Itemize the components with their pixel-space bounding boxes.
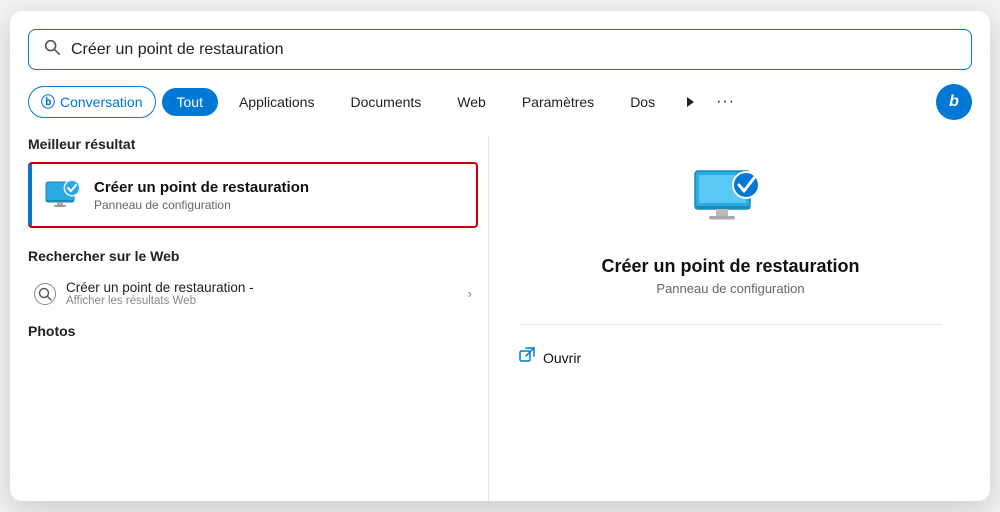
divider xyxy=(519,324,942,325)
result-monitor-icon xyxy=(44,176,82,214)
result-text: Créer un point de restauration Panneau d… xyxy=(94,179,309,212)
tab-dos-label: Dos xyxy=(630,94,655,110)
search-input[interactable] xyxy=(71,41,957,59)
tab-next-button[interactable] xyxy=(676,88,704,116)
tab-documents[interactable]: Documents xyxy=(335,88,436,116)
tab-conversation-label: Conversation xyxy=(60,94,143,110)
open-button[interactable]: Ouvrir xyxy=(519,343,581,372)
web-search-title: Rechercher sur le Web xyxy=(28,248,478,264)
result-title: Créer un point de restauration xyxy=(94,179,309,196)
photos-title: Photos xyxy=(28,323,478,339)
right-panel-subtitle: Panneau de configuration xyxy=(656,281,804,296)
web-search-chevron-icon: › xyxy=(468,286,472,301)
search-bar xyxy=(28,29,972,70)
tab-parametres-label: Paramètres xyxy=(522,94,594,110)
tab-conversation[interactable]: ⓑ Conversation xyxy=(28,86,156,118)
open-label: Ouvrir xyxy=(543,350,581,366)
best-result-title: Meilleur résultat xyxy=(28,136,478,152)
search-icon xyxy=(43,38,61,61)
tab-applications[interactable]: Applications xyxy=(224,88,330,116)
search-panel: ⓑ Conversation Tout Applications Documen… xyxy=(10,11,990,501)
web-search-icon xyxy=(34,283,56,305)
web-search-section: Rechercher sur le Web Créer un point de … xyxy=(28,248,478,315)
bing-small-icon: ⓑ xyxy=(41,92,55,112)
web-search-text: Créer un point de restauration - Affiche… xyxy=(66,280,458,307)
main-content: Meilleur résultat xyxy=(28,136,972,501)
bing-button[interactable]: b xyxy=(936,84,972,120)
tab-applications-label: Applications xyxy=(239,94,315,110)
tab-tout[interactable]: Tout xyxy=(162,88,218,116)
filter-tabs: ⓑ Conversation Tout Applications Documen… xyxy=(28,84,972,120)
tab-documents-label: Documents xyxy=(350,94,421,110)
right-panel-icon xyxy=(691,160,771,240)
left-panel: Meilleur résultat xyxy=(28,136,488,501)
web-search-line1: Créer un point de restauration - xyxy=(66,280,458,295)
photos-section: Photos xyxy=(28,323,478,339)
tab-web-label: Web xyxy=(457,94,486,110)
tab-parametres[interactable]: Paramètres xyxy=(507,88,609,116)
tab-dos[interactable]: Dos xyxy=(615,88,670,116)
right-panel-title: Créer un point de restauration xyxy=(601,256,859,277)
right-panel: Créer un point de restauration Panneau d… xyxy=(488,136,972,501)
web-search-item[interactable]: Créer un point de restauration - Affiche… xyxy=(28,272,478,315)
bing-icon: b xyxy=(949,93,959,111)
tab-more-button[interactable]: ··· xyxy=(710,89,741,115)
open-link-icon xyxy=(519,347,535,368)
result-subtitle: Panneau de configuration xyxy=(94,198,309,212)
web-search-line2: Afficher les résultats Web xyxy=(66,295,458,307)
tab-web[interactable]: Web xyxy=(442,88,501,116)
tab-tout-label: Tout xyxy=(177,94,203,110)
best-result-card[interactable]: Créer un point de restauration Panneau d… xyxy=(28,162,478,228)
